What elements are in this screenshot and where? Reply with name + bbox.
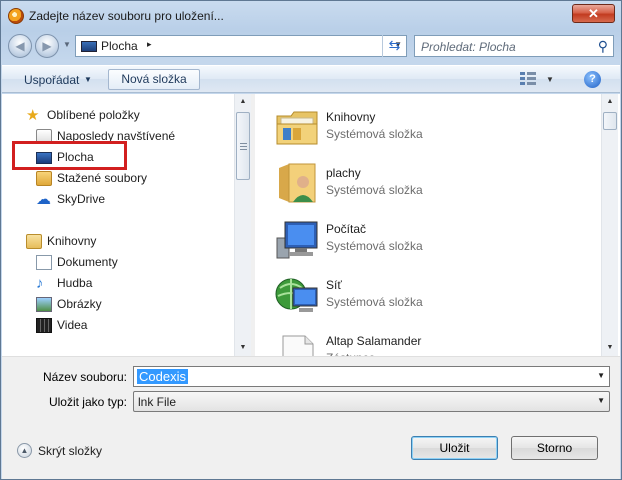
back-button[interactable]: ◀ — [8, 34, 32, 58]
cancel-button[interactable]: Storno — [511, 436, 598, 460]
nav-downloads[interactable]: Stažené soubory — [36, 170, 226, 188]
file-name: plachy — [326, 166, 361, 180]
navigation-bar: ◀ ▶ ▼ Plocha ▸ ▼ ⇆ Prohledat: Plocha ⚲ — [1, 32, 621, 62]
file-list-scrollbar[interactable]: ▲ ▼ — [601, 94, 618, 356]
file-name: Síť — [326, 278, 342, 292]
nav-libraries[interactable]: Knihovny — [26, 233, 226, 251]
file-type: Systémová složka — [326, 239, 423, 253]
nav-label: SkyDrive — [57, 192, 106, 206]
documents-icon — [36, 255, 52, 270]
filetype-label: Uložit jako typ: — [48, 395, 127, 409]
file-type: Systémová složka — [326, 183, 423, 197]
search-placeholder: Prohledat: Plocha — [421, 40, 516, 54]
new-folder-button[interactable]: Nová složka — [108, 69, 200, 90]
navigation-pane: ★ Oblíbené položky Naposledy navštívené … — [2, 94, 234, 356]
filetype-value: lnk File — [138, 395, 177, 409]
star-icon: ★ — [26, 107, 40, 124]
address-bar[interactable]: Plocha ▸ ▼ — [75, 35, 407, 57]
scroll-thumb[interactable] — [603, 112, 617, 130]
nav-label: Obrázky — [57, 297, 102, 311]
search-input[interactable]: Prohledat: Plocha ⚲ — [414, 35, 614, 57]
file-type: Systémová složka — [326, 127, 423, 141]
firefox-app-icon — [8, 8, 24, 24]
downloads-icon — [36, 171, 52, 186]
nav-documents[interactable]: Dokumenty — [36, 254, 226, 272]
file-item-network[interactable]: Síť Systémová složka — [255, 268, 595, 324]
window-title: Zadejte název souboru pro uložení... — [29, 9, 224, 23]
scroll-down-icon[interactable]: ▼ — [602, 340, 618, 356]
filename-value[interactable]: Codexis — [137, 369, 188, 384]
organize-dropdown-icon[interactable]: ▼ — [84, 75, 92, 84]
help-button[interactable]: ? — [584, 71, 601, 88]
organize-button[interactable]: Uspořádat — [24, 73, 79, 87]
nav-label: Knihovny — [47, 234, 97, 248]
forward-button[interactable]: ▶ — [35, 34, 59, 58]
recent-locations-dropdown[interactable]: ▼ — [63, 40, 71, 49]
file-item-libraries[interactable]: Knihovny Systémová složka — [255, 100, 595, 156]
file-item-user[interactable]: plachy Systémová složka — [255, 156, 595, 212]
refresh-icon: ⇆ — [388, 37, 401, 53]
annotation-highlight-box — [12, 141, 127, 170]
libraries-folder-icon — [275, 106, 319, 148]
scroll-down-icon[interactable]: ▼ — [235, 340, 251, 356]
network-icon — [275, 274, 319, 316]
scroll-up-icon[interactable]: ▲ — [235, 94, 251, 110]
nav-label: Oblíbené položky — [47, 108, 140, 122]
address-location[interactable]: Plocha — [101, 39, 138, 53]
nav-videos[interactable]: Videa — [36, 317, 226, 335]
filetype-select[interactable]: lnk File ▼ — [133, 391, 610, 412]
nav-label: Stažené soubory — [57, 171, 148, 185]
save-dialog-window: Zadejte název souboru pro uložení... ✕ ◀… — [0, 0, 622, 480]
save-button[interactable]: Uložit — [411, 436, 498, 460]
browser-area: ★ Oblíbené položky Naposledy navštívené … — [2, 94, 620, 373]
nav-music[interactable]: ♪ Hudba — [36, 275, 226, 293]
hide-folders-toggle[interactable]: ▲ Skrýt složky — [17, 441, 117, 461]
forward-arrow-icon: ▶ — [42, 39, 52, 53]
skydrive-icon: ☁ — [36, 191, 51, 208]
nav-label: Dokumenty — [57, 255, 118, 269]
user-folder-icon — [275, 162, 319, 204]
pictures-icon — [36, 297, 52, 312]
filename-input[interactable]: Codexis ▼ — [133, 366, 610, 387]
nav-label: Videa — [57, 318, 88, 332]
scroll-up-icon[interactable]: ▲ — [602, 94, 618, 110]
hide-folders-label: Skrýt složky — [38, 444, 103, 458]
filename-label: Název souboru: — [42, 370, 127, 384]
file-type: Systémová složka — [326, 295, 423, 309]
save-options-panel: Název souboru: Codexis ▼ Uložit jako typ… — [2, 356, 620, 479]
refresh-button[interactable]: ⇆ — [382, 35, 406, 57]
videos-icon — [36, 318, 52, 333]
view-dropdown-icon[interactable]: ▼ — [546, 75, 554, 84]
nav-favorites[interactable]: ★ Oblíbené položky — [26, 107, 226, 125]
collapse-up-icon: ▲ — [17, 443, 32, 458]
computer-icon — [275, 218, 319, 260]
file-list: Knihovny Systémová složka plachy Systémo… — [255, 94, 601, 373]
nav-skydrive[interactable]: ☁ SkyDrive — [36, 191, 226, 209]
close-button[interactable]: ✕ — [572, 4, 615, 23]
filename-dropdown-icon[interactable]: ▼ — [597, 371, 605, 380]
music-icon: ♪ — [36, 275, 44, 292]
file-name: Altap Salamander — [326, 334, 422, 348]
filetype-dropdown-icon[interactable]: ▼ — [597, 396, 605, 405]
desktop-icon — [81, 41, 97, 52]
file-name: Počítač — [326, 222, 367, 236]
file-item-computer[interactable]: Počítač Systémová složka — [255, 212, 595, 268]
file-name: Knihovny — [326, 110, 376, 124]
nav-pane-scrollbar[interactable]: ▲ ▼ — [234, 94, 251, 356]
nav-label: Hudba — [57, 276, 93, 290]
libraries-icon — [26, 234, 42, 249]
command-toolbar: Uspořádat ▼ Nová složka ▼ ? — [2, 65, 620, 93]
back-arrow-icon: ◀ — [15, 39, 25, 53]
search-icon[interactable]: ⚲ — [598, 38, 608, 55]
scroll-thumb[interactable] — [236, 112, 250, 180]
breadcrumb-separator-icon[interactable]: ▸ — [147, 39, 152, 50]
view-options-icon[interactable] — [520, 72, 536, 86]
nav-pictures[interactable]: Obrázky — [36, 296, 226, 314]
title-bar[interactable]: Zadejte název souboru pro uložení... ✕ — [1, 1, 621, 31]
